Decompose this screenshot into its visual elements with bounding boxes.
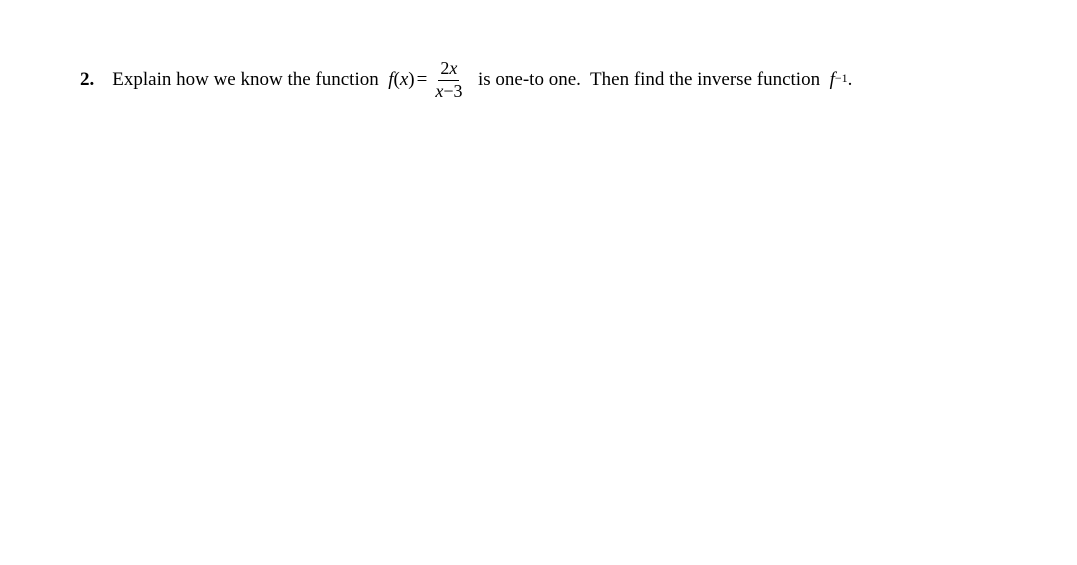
inverse-exponent: −1: [835, 71, 848, 85]
denominator-constant: 3: [453, 81, 462, 101]
period: .: [848, 69, 853, 92]
numerator-variable: x: [449, 58, 457, 78]
denominator-operator: −: [443, 81, 453, 101]
denominator: x−3: [433, 81, 464, 103]
text-middle: is one-to one. Then find the inverse fun…: [468, 69, 829, 92]
numerator: 2x: [438, 58, 459, 81]
paren-close: ): [408, 69, 414, 92]
problem-2: 2. Explain how we know the function f ( …: [80, 58, 997, 102]
problem-number: 2.: [80, 69, 94, 92]
function-variable: x: [400, 69, 408, 92]
fraction: 2x x−3: [433, 58, 464, 102]
equals-sign: =: [417, 69, 428, 92]
text-before-function: Explain how we know the function: [112, 69, 388, 92]
